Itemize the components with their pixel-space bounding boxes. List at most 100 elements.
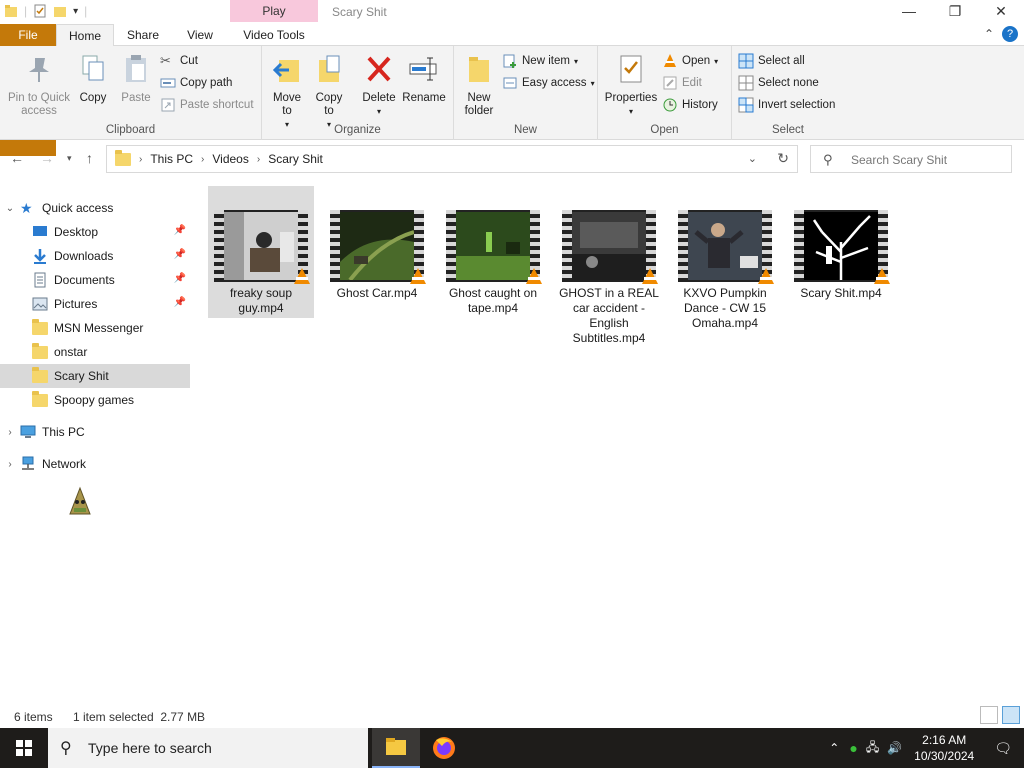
paste-button[interactable]: Paste [116, 52, 156, 105]
pin-icon[interactable]: 📌 [174, 225, 186, 236]
copy-to-button[interactable]: Copy to ▾ [310, 52, 348, 131]
breadcrumb-this-pc[interactable]: This PC [150, 152, 193, 166]
file-name: KXVO Pumpkin Dance - CW 15 Omaha.mp4 [683, 286, 767, 330]
file-name: Scary Shit.mp4 [800, 286, 882, 300]
sidebar-item-downloads[interactable]: Downloads 📌 [0, 244, 190, 268]
pin-icon[interactable]: 📌 [174, 297, 186, 308]
move-to-button[interactable]: Move to ▾ [268, 52, 306, 131]
notifications-icon[interactable]: 🗨 [982, 740, 1024, 757]
desktop-pet-icon[interactable] [66, 486, 94, 518]
user-status-icon[interactable]: ● [845, 740, 861, 756]
invert-selection-button[interactable]: Invert selection [738, 96, 835, 114]
back-arrow-icon[interactable]: ← [10, 150, 24, 166]
chevron-right-icon[interactable]: › [0, 459, 20, 470]
address-bar[interactable]: › This PC › Videos › Scary Shit ⌄ ↻ [106, 145, 798, 173]
sidebar-item-network[interactable]: › Network [0, 452, 190, 476]
copy-button[interactable]: Copy [76, 52, 110, 105]
forward-arrow-icon[interactable]: → [40, 150, 54, 166]
tab-view[interactable]: View [178, 24, 222, 46]
chevron-down-icon[interactable]: ⌄ [748, 152, 757, 165]
open-button[interactable]: Open ▾ [662, 52, 718, 70]
firefox-taskbar-button[interactable] [420, 728, 468, 768]
file-item[interactable]: Ghost caught on tape.mp4 [440, 186, 546, 318]
file-item[interactable]: Scary Shit.mp4 [788, 186, 894, 318]
sidebar-item-scary-shit[interactable]: Scary Shit [0, 364, 190, 388]
sidebar-item-pictures[interactable]: Pictures 📌 [0, 292, 190, 316]
sidebar-item-msn-messenger[interactable]: MSN Messenger [0, 316, 190, 340]
thumbnail-image [572, 212, 646, 280]
refresh-icon[interactable]: ↻ [777, 150, 789, 167]
sidebar-item-documents[interactable]: Documents 📌 [0, 268, 190, 292]
history-button[interactable]: History [662, 96, 718, 114]
tab-video-tools[interactable]: Video Tools [232, 24, 316, 46]
clock[interactable]: 2:16 AM 10/30/2024 [906, 732, 982, 764]
close-button[interactable]: ✕ [978, 0, 1024, 24]
sidebar-item-onstar[interactable]: onstar [0, 340, 190, 364]
new-item-button[interactable]: New item ▾ [502, 52, 578, 70]
file-item[interactable]: GHOST in a REAL car accident - English S… [556, 186, 662, 345]
cut-button[interactable]: ✂ Cut [160, 52, 198, 70]
search-box[interactable]: ⚲ Search Scary Shit [810, 145, 1012, 173]
pin-to-quick-access-button[interactable]: Pin to Quick access [4, 52, 74, 118]
windows-logo-icon [16, 740, 32, 756]
recent-locations-icon[interactable]: ▾ [67, 153, 72, 164]
tab-share[interactable]: Share [118, 24, 168, 46]
chevron-up-icon[interactable]: ⌃ [823, 741, 845, 755]
pin-icon[interactable]: 📌 [174, 249, 186, 260]
file-item[interactable]: KXVO Pumpkin Dance - CW 15 Omaha.mp4 [672, 186, 778, 330]
breadcrumb-scary-shit[interactable]: Scary Shit [268, 152, 323, 166]
sidebar-item-quick-access[interactable]: ⌄ ★ Quick access [0, 196, 190, 220]
sidebar-item-label: Quick access [42, 201, 114, 215]
file-item[interactable]: Ghost Car.mp4 [324, 186, 430, 318]
file-explorer-taskbar-button[interactable] [372, 728, 420, 768]
customize-qat-icon[interactable]: ▾ [73, 6, 78, 17]
minimize-button[interactable]: — [886, 0, 932, 24]
details-view-icon[interactable] [980, 706, 998, 724]
pictures-icon [32, 297, 48, 311]
file-list: freaky soup guy.mp4 Ghost Car.mp4 Ghost … [208, 186, 1018, 666]
thumbnail-image [456, 212, 530, 280]
large-icons-view-icon[interactable] [1002, 706, 1020, 724]
folder-icon [32, 391, 48, 408]
chevron-right-icon[interactable]: › [139, 154, 142, 165]
sidebar-item-label: Spoopy games [54, 393, 135, 407]
chevron-down-icon[interactable]: ⌄ [0, 203, 20, 214]
rename-button[interactable]: Rename [400, 52, 448, 105]
quick-access-toolbar: | ▾ | [4, 4, 87, 18]
delete-button[interactable]: Delete ▾ [360, 52, 398, 118]
select-all-button[interactable]: Select all [738, 52, 805, 70]
dropdown-arrow-icon: ▾ [714, 56, 719, 66]
network-icon[interactable]: 🖧 [862, 738, 883, 759]
sidebar-item-desktop[interactable]: Desktop 📌 [0, 220, 190, 244]
help-icon[interactable]: ? [1002, 26, 1018, 42]
select-none-button[interactable]: Select none [738, 74, 819, 92]
properties-icon[interactable] [33, 4, 47, 18]
up-arrow-icon[interactable]: ↑ [86, 150, 93, 166]
computer-icon [20, 425, 36, 438]
sidebar-item-label: Desktop [54, 225, 99, 239]
new-folder-button[interactable]: New folder [460, 52, 498, 118]
start-button[interactable] [0, 728, 48, 768]
paste-shortcut-icon [161, 98, 175, 112]
open-label: Open [682, 55, 711, 67]
folder-icon [32, 319, 48, 336]
taskbar-search[interactable]: ⚲ Type here to search [48, 728, 368, 768]
chevron-right-icon[interactable]: › [201, 154, 204, 165]
breadcrumb-videos[interactable]: Videos [212, 152, 248, 166]
pin-icon[interactable]: 📌 [174, 273, 186, 284]
file-item[interactable]: freaky soup guy.mp4 [208, 186, 314, 318]
maximize-button[interactable]: ❐ [932, 0, 978, 24]
easy-access-button[interactable]: Easy access ▾ [502, 74, 595, 92]
tab-home[interactable]: Home [56, 24, 114, 47]
sidebar-item-this-pc[interactable]: › This PC [0, 420, 190, 444]
sidebar-item-spoopy-games[interactable]: Spoopy games [0, 388, 190, 412]
copy-path-button[interactable]: Copy path [160, 74, 232, 92]
properties-button[interactable]: Properties ▾ [602, 52, 660, 118]
paste-shortcut-button[interactable]: Paste shortcut [160, 96, 254, 114]
collapse-ribbon-icon[interactable]: ⌃ [984, 27, 994, 41]
chevron-right-icon[interactable]: › [0, 427, 20, 438]
new-folder-icon[interactable] [53, 4, 67, 18]
edit-button[interactable]: Edit [662, 74, 702, 92]
volume-icon[interactable]: 🔊 [883, 741, 906, 755]
chevron-right-icon[interactable]: › [257, 154, 260, 165]
